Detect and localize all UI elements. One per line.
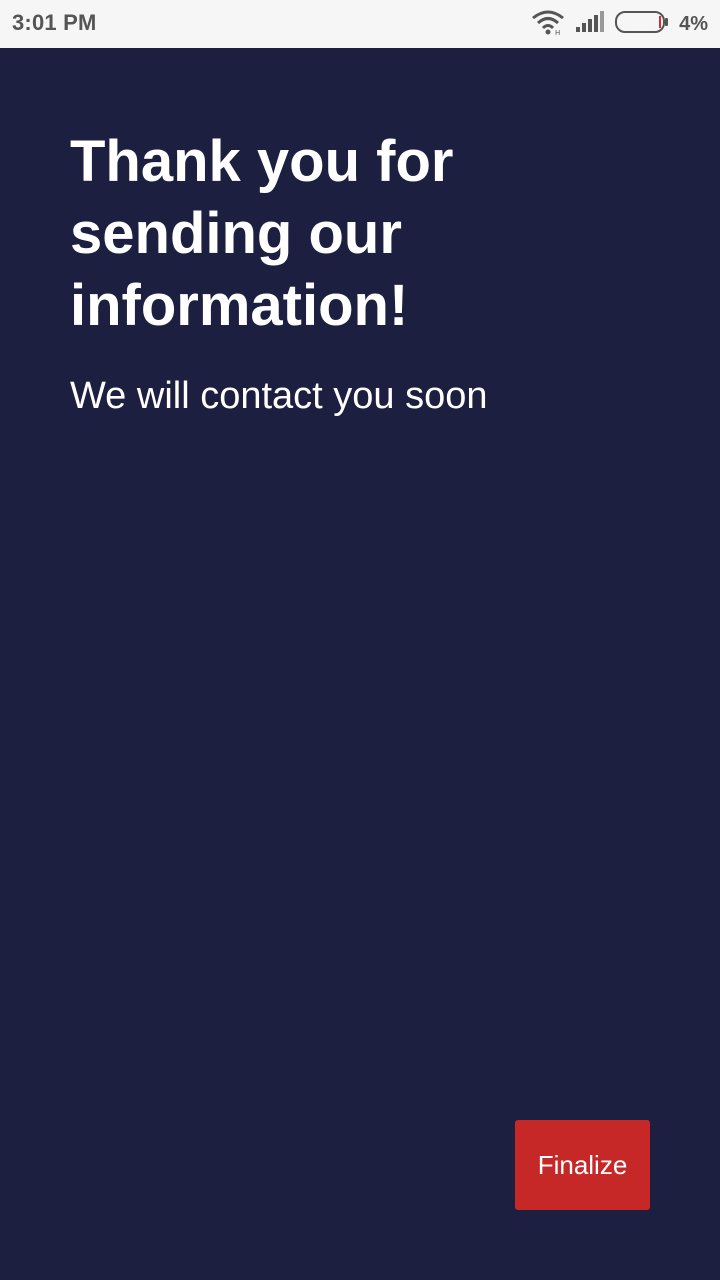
confirmation-content: Thank you for sending our information! W… xyxy=(70,126,670,420)
svg-text:H: H xyxy=(555,29,560,35)
page-title: Thank you for sending our information! xyxy=(70,129,454,338)
signal-icon xyxy=(575,10,605,38)
status-icons: H 4% xyxy=(531,8,708,40)
page-subtitle: We will contact you soon xyxy=(70,375,488,417)
battery-percent: 4% xyxy=(679,12,708,35)
status-time: 3:01 PM xyxy=(12,10,97,35)
finalize-button[interactable]: Finalize xyxy=(515,1120,650,1210)
battery-icon xyxy=(615,10,669,39)
wifi-icon: H xyxy=(531,9,565,40)
status-bar: 3:01 PM H 4% xyxy=(0,0,720,48)
